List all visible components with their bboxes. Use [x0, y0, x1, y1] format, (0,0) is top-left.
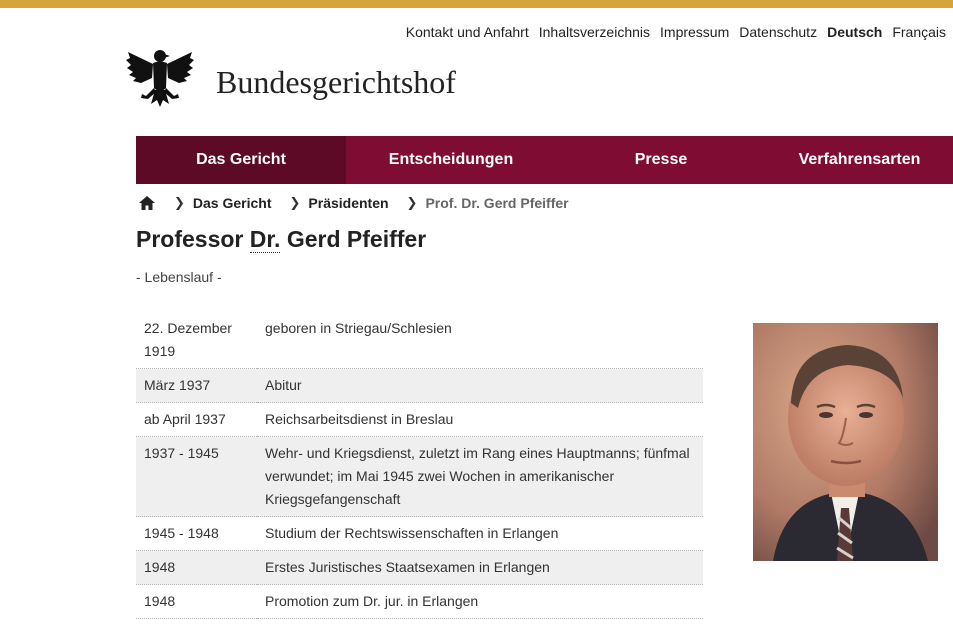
- table-row: März 1937 Abitur: [136, 368, 703, 403]
- table-row: 1945 - 1948 Studium der Rechtswissenscha…: [136, 516, 703, 551]
- cv-event: geboren in Striegau/Schlesien: [257, 312, 703, 369]
- chevron-right-icon: ❯: [174, 195, 185, 210]
- top-accent-bar: [0, 0, 953, 8]
- cv-date: 1937 - 1945: [136, 436, 257, 517]
- title-prefix: Professor: [136, 226, 250, 252]
- cv-event: Studium der Rechtswissenschaften in Erla…: [257, 516, 703, 551]
- cv-event: Abitur: [257, 368, 703, 403]
- nav-presse[interactable]: Presse: [556, 136, 766, 184]
- breadcrumb-current: Prof. Dr. Gerd Pfeiffer: [425, 195, 569, 211]
- nav-das-gericht[interactable]: Das Gericht: [136, 136, 346, 184]
- language-deutsch[interactable]: Deutsch: [827, 24, 882, 40]
- table-row: 1948 Promotion zum Dr. jur. in Erlangen: [136, 584, 703, 619]
- chevron-right-icon: ❯: [289, 195, 301, 210]
- home-icon[interactable]: [138, 194, 156, 212]
- cv-event: Promotion zum Dr. jur. in Erlangen: [257, 584, 703, 619]
- nav-verfahrensarten[interactable]: Verfahrensarten: [766, 136, 953, 184]
- cv-date: 22. Dezember 1919: [136, 312, 257, 369]
- meta-link-datenschutz[interactable]: Datenschutz: [739, 24, 817, 40]
- title-abbreviation: Dr.: [249, 226, 281, 253]
- page-title: Professor Dr. Gerd Pfeiffer: [136, 226, 426, 253]
- table-row: 1937 - 1945 Wehr- und Kriegsdienst, zule…: [136, 436, 703, 517]
- page-subtitle: - Lebenslauf -: [136, 269, 222, 285]
- breadcrumb: ❯ Das Gericht ❯ Präsidenten ❯ Prof. Dr. …: [138, 194, 569, 212]
- meta-link-kontakt[interactable]: Kontakt und Anfahrt: [406, 24, 529, 40]
- cv-date: 1945 - 1948: [136, 516, 257, 551]
- language-francais[interactable]: Français: [892, 24, 946, 40]
- portrait-photo: [753, 323, 938, 561]
- cv-date: März 1937: [136, 368, 257, 403]
- site-title[interactable]: Bundesgerichtshof: [216, 64, 456, 101]
- cv-event: Wehr- und Kriegsdienst, zuletzt im Rang …: [257, 436, 703, 517]
- table-row: 1948 Erstes Juristisches Staatsexamen in…: [136, 550, 703, 585]
- breadcrumb-praesidenten[interactable]: Präsidenten: [308, 195, 388, 211]
- cv-event: Erstes Juristisches Staatsexamen in Erla…: [257, 550, 703, 585]
- nav-entscheidungen[interactable]: Entscheidungen: [346, 136, 556, 184]
- table-row: 22. Dezember 1919 geboren in Striegau/Sc…: [136, 312, 703, 369]
- cv-date: 1948: [136, 584, 257, 619]
- cv-event: Reichsarbeitsdienst in Breslau: [257, 402, 703, 437]
- main-navigation: Das Gericht Entscheidungen Presse Verfah…: [136, 136, 953, 184]
- table-row: ab April 1937 Reichsarbeitsdienst in Bre…: [136, 402, 703, 437]
- cv-date: 1948: [136, 550, 257, 585]
- curriculum-vitae-table: 22. Dezember 1919 geboren in Striegau/Sc…: [136, 312, 703, 619]
- meta-link-inhaltsverzeichnis[interactable]: Inhaltsverzeichnis: [539, 24, 650, 40]
- title-name: Gerd Pfeiffer: [280, 226, 427, 252]
- chevron-right-icon: ❯: [406, 195, 418, 210]
- meta-navigation: Kontakt und Anfahrt Inhaltsverzeichnis I…: [406, 24, 946, 40]
- meta-link-impressum[interactable]: Impressum: [660, 24, 729, 40]
- federal-eagle-logo[interactable]: [124, 44, 196, 116]
- cv-date: ab April 1937: [136, 402, 257, 437]
- breadcrumb-das-gericht[interactable]: Das Gericht: [193, 195, 272, 211]
